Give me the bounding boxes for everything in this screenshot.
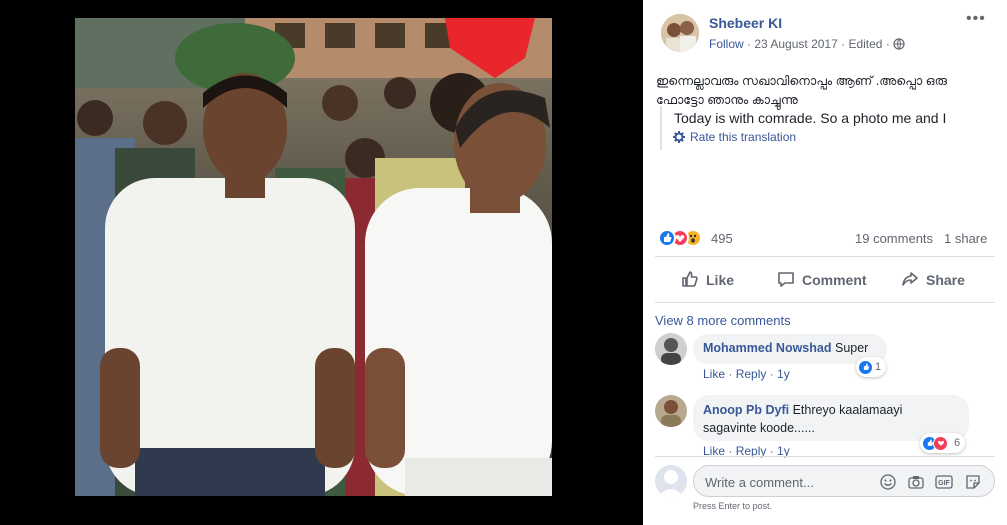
love-reaction-icon [933,435,948,451]
rate-translation-label: Rate this translation [690,130,797,144]
globe-icon[interactable] [893,38,905,53]
view-more-comments-link[interactable]: View 8 more comments [655,313,791,328]
gear-icon [673,131,685,146]
sticker-icon[interactable] [964,473,982,491]
post-meta: Follow · 23 August 2017 · Edited · [709,37,905,53]
commenter-avatar[interactable] [655,395,687,427]
camera-icon[interactable] [907,473,925,491]
emoji-icon[interactable] [879,473,897,491]
photo-viewer: Shebeer KI Follow · 23 August 2017 · Edi… [0,0,1007,525]
comment-reply-link[interactable]: Reply [736,367,767,381]
divider [655,456,995,457]
meta-separator: · [882,37,894,51]
translation-block [660,106,674,150]
comment-reactions[interactable]: 6 [920,433,966,453]
photo-area [0,0,643,525]
meta-separator: · [837,37,849,51]
comment-like-link[interactable]: Like [703,367,725,381]
divider [655,302,995,303]
comment-time[interactable]: 1y [777,367,790,381]
composer-hint: Press Enter to post. [693,501,773,511]
share-arrow-icon [901,270,919,291]
comment-text-line1: Ethreyo kaalamaayi [792,403,903,417]
comment-count[interactable]: 19 comments [855,231,933,246]
rate-translation-link[interactable]: Rate this translation [673,130,796,146]
svg-text:GIF: GIF [938,480,950,487]
photo-illustration [75,18,552,496]
comment-reactions[interactable]: 1 [856,357,887,377]
comment-composer: GIF [693,465,995,497]
dot-separator: · [766,367,778,381]
comment-reaction-count: 1 [875,361,882,373]
translation-text: Today is with comrade. So a photo me and… [674,110,947,126]
comment-author[interactable]: Mohammed Nowshad [703,341,832,355]
comment-text-line2: sagavinte koode...... [703,421,815,435]
comment-button[interactable]: Comment [777,268,867,292]
share-label: Share [926,272,965,288]
like-reaction-icon [858,359,873,375]
like-label: Like [706,272,735,288]
more-options-icon[interactable]: ••• [966,10,986,28]
default-avatar-icon [655,465,687,497]
author-avatar[interactable] [661,14,699,52]
like-reaction-icon [658,229,676,247]
like-button[interactable]: Like [681,268,734,292]
commenter-avatar-image [655,395,687,427]
post-text-line2: ഫോട്ടോ ഞാനും കാച്ചുന്നു [656,93,798,107]
edited-label[interactable]: Edited [848,37,882,51]
thumbs-up-icon [681,270,699,291]
current-user-avatar[interactable] [655,465,687,497]
share-button[interactable]: Share [901,268,965,292]
reaction-count[interactable]: 495 [711,231,733,246]
commenter-avatar[interactable] [655,333,687,365]
divider [655,256,995,257]
comment-reaction-count: 6 [954,437,961,449]
comment-bubble-icon [777,270,795,291]
meta-separator: · [743,37,755,51]
post-text-line1: ഇന്നെല്ലാവരും സഖാവിനൊപ്പം ആണ് .അപ്പൊ ഒരു [656,74,947,88]
post-photo[interactable] [75,18,552,496]
post-date[interactable]: 23 August 2017 [754,37,837,51]
dot-separator: · [725,367,736,381]
comment-text: Super [834,341,869,355]
commenter-avatar-image [655,333,687,365]
comment-author[interactable]: Anoop Pb Dyfi [703,403,789,417]
share-count[interactable]: 1 share [944,231,987,246]
comment-label: Comment [802,272,867,288]
comment-actions: Like · Reply · 1y [703,367,790,381]
follow-link[interactable]: Follow [709,37,744,51]
author-name[interactable]: Shebeer KI [709,15,782,31]
comment-input[interactable] [705,472,875,492]
author-avatar-image [661,14,699,52]
gif-icon[interactable]: GIF [935,473,953,491]
